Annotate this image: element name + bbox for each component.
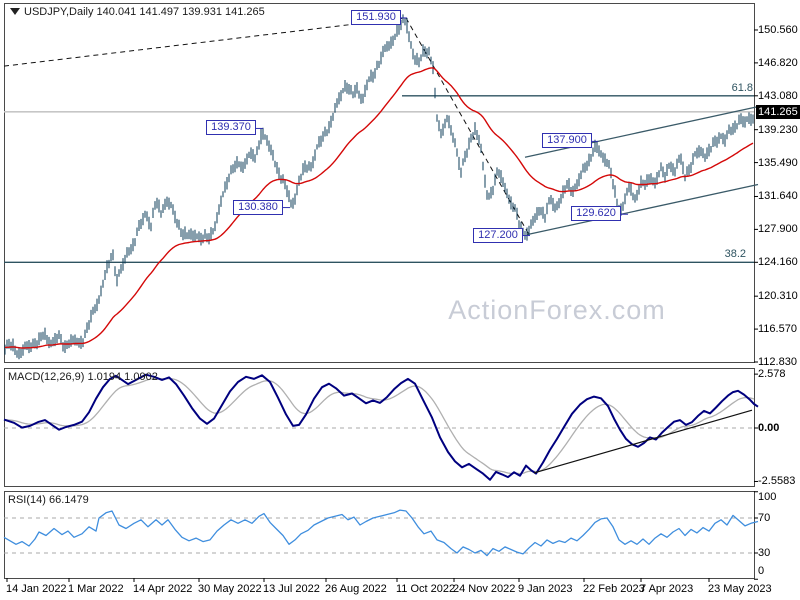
date-axis-label: 14 Apr 2022	[133, 583, 193, 595]
price-axis-label: 135.490	[758, 157, 798, 169]
date-axis-label: 24 Nov 2022	[453, 583, 516, 595]
price-annotation-label: 151.930	[351, 10, 401, 25]
price-bars	[4, 14, 754, 360]
price-axis-label: 146.820	[758, 57, 798, 69]
fibonacci-label: 61.8	[731, 82, 753, 94]
macd-label: MACD(12,26,9) 1.0194 1.0902	[8, 371, 158, 383]
macd-axis-label: 2.578	[758, 368, 786, 380]
symbol-header: USDJPY,Daily 140.041 141.497 139.931 141…	[24, 6, 265, 18]
date-axis-label: 14 Jan 2022	[6, 583, 67, 595]
rsi-axis-label: 30	[758, 547, 771, 559]
price-axis-label: 131.640	[758, 190, 798, 202]
date-axis-label: 7 Apr 2023	[640, 583, 694, 595]
macd-axis-label: -2.5583	[758, 475, 796, 487]
channel-trendline	[524, 105, 759, 158]
plot-canvas	[3, 14, 759, 582]
collapse-triangle-icon[interactable]	[10, 8, 20, 15]
date-axis-label: 30 May 2022	[198, 583, 262, 595]
rsi-axis-label: 100	[758, 491, 777, 503]
macd-trendline	[533, 409, 753, 474]
price-axis-label: 124.160	[758, 256, 798, 268]
dashed-trendline	[3, 17, 407, 67]
date-axis-label: 13 Jul 2022	[263, 583, 320, 595]
rsi-axis-label: 0	[758, 565, 765, 577]
moving-average-line	[4, 67, 754, 349]
date-axis-label: 1 Mar 2022	[68, 583, 124, 595]
price-annotation-label: 137.900	[542, 133, 592, 148]
date-axis-label: 9 Jan 2023	[518, 583, 573, 595]
date-axis-label: 26 Aug 2022	[325, 583, 387, 595]
price-axis-label: 116.570	[758, 323, 797, 335]
price-annotation-label: 130.380	[233, 200, 283, 215]
chart-root: ActionForex.com USDJPY,Daily 140.041 141…	[0, 0, 800, 600]
date-axis-label: 23 May 2023	[708, 583, 772, 595]
fibonacci-label: 38.2	[724, 248, 746, 260]
current-price-badge: 141.265	[756, 105, 800, 119]
macd-axis-label: 0.00	[758, 422, 780, 434]
price-annotation-label: 127.200	[473, 228, 523, 243]
date-axis-label: 22 Feb 2023	[583, 583, 645, 595]
rsi-label: RSI(14) 66.1479	[8, 494, 89, 506]
price-annotation-label: 129.620	[571, 206, 621, 221]
price-axis-label: 139.230	[758, 124, 798, 136]
price-axis-label: 150.560	[758, 24, 798, 36]
price-axis-label: 143.080	[758, 90, 798, 102]
price-axis-label: 120.310	[758, 290, 798, 302]
price-annotation-label: 139.370	[206, 120, 256, 135]
rsi-axis-label: 70	[758, 512, 771, 524]
macd-signal-line	[3, 377, 755, 475]
date-axis-label: 11 Oct 2022	[396, 583, 456, 595]
price-axis-label: 127.900	[758, 223, 798, 235]
price-axis-label: 112.830	[758, 356, 797, 368]
rsi-line	[3, 509, 759, 557]
